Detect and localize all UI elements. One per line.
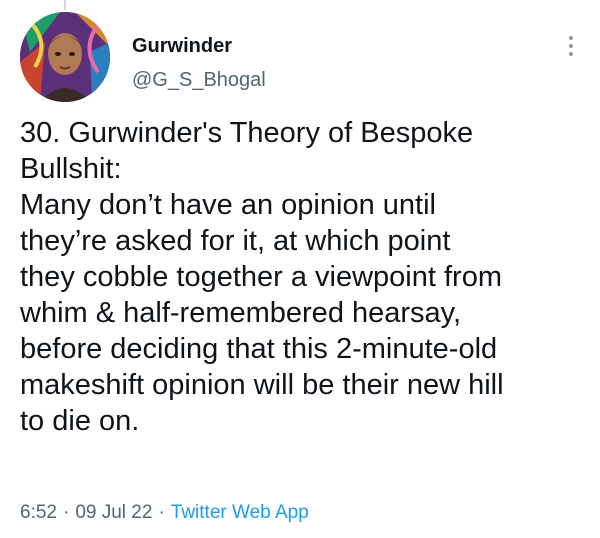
tweet-text-line: before deciding that this 2-minute-old — [20, 333, 498, 365]
more-vertical-icon[interactable] — [564, 36, 578, 60]
meta-separator: · — [62, 502, 70, 523]
avatar-image — [20, 12, 110, 102]
tweet-text-line: to die on. — [20, 405, 140, 437]
author-name[interactable]: Gurwinder — [132, 35, 232, 58]
tweet-text-line: 30. Gurwinder's Theory of Bespoke — [20, 117, 474, 149]
tweet-text-line: whim & half-remembered hearsay, — [20, 297, 462, 329]
tweet-source-link[interactable]: Twitter Web App — [171, 502, 309, 523]
tweet-metadata: 6:52 · 09 Jul 22 · Twitter Web App — [20, 502, 309, 524]
tweet-time[interactable]: 6:52 — [20, 502, 57, 523]
tweet-text-line: Bullshit: — [20, 153, 122, 185]
author-handle[interactable]: @G_S_Bhogal — [132, 69, 266, 92]
tweet-date[interactable]: 09 Jul 22 — [75, 502, 152, 523]
tweet-text-line: makeshift opinion will be their new hill — [20, 369, 504, 401]
meta-separator: · — [158, 502, 165, 523]
thread-connector-line — [64, 0, 66, 10]
tweet-text: 30. Gurwinder's Theory of Bespoke Bullsh… — [20, 115, 590, 439]
tweet-text-line: Many don’t have an opinion until — [20, 189, 436, 221]
tweet-card: Gurwinder @G_S_Bhogal 30. Gurwinder's Th… — [0, 0, 600, 538]
tweet-text-line: they cobble together a viewpoint from — [20, 261, 502, 293]
avatar[interactable] — [20, 12, 110, 102]
tweet-text-line: they’re asked for it, at which point — [20, 225, 451, 257]
